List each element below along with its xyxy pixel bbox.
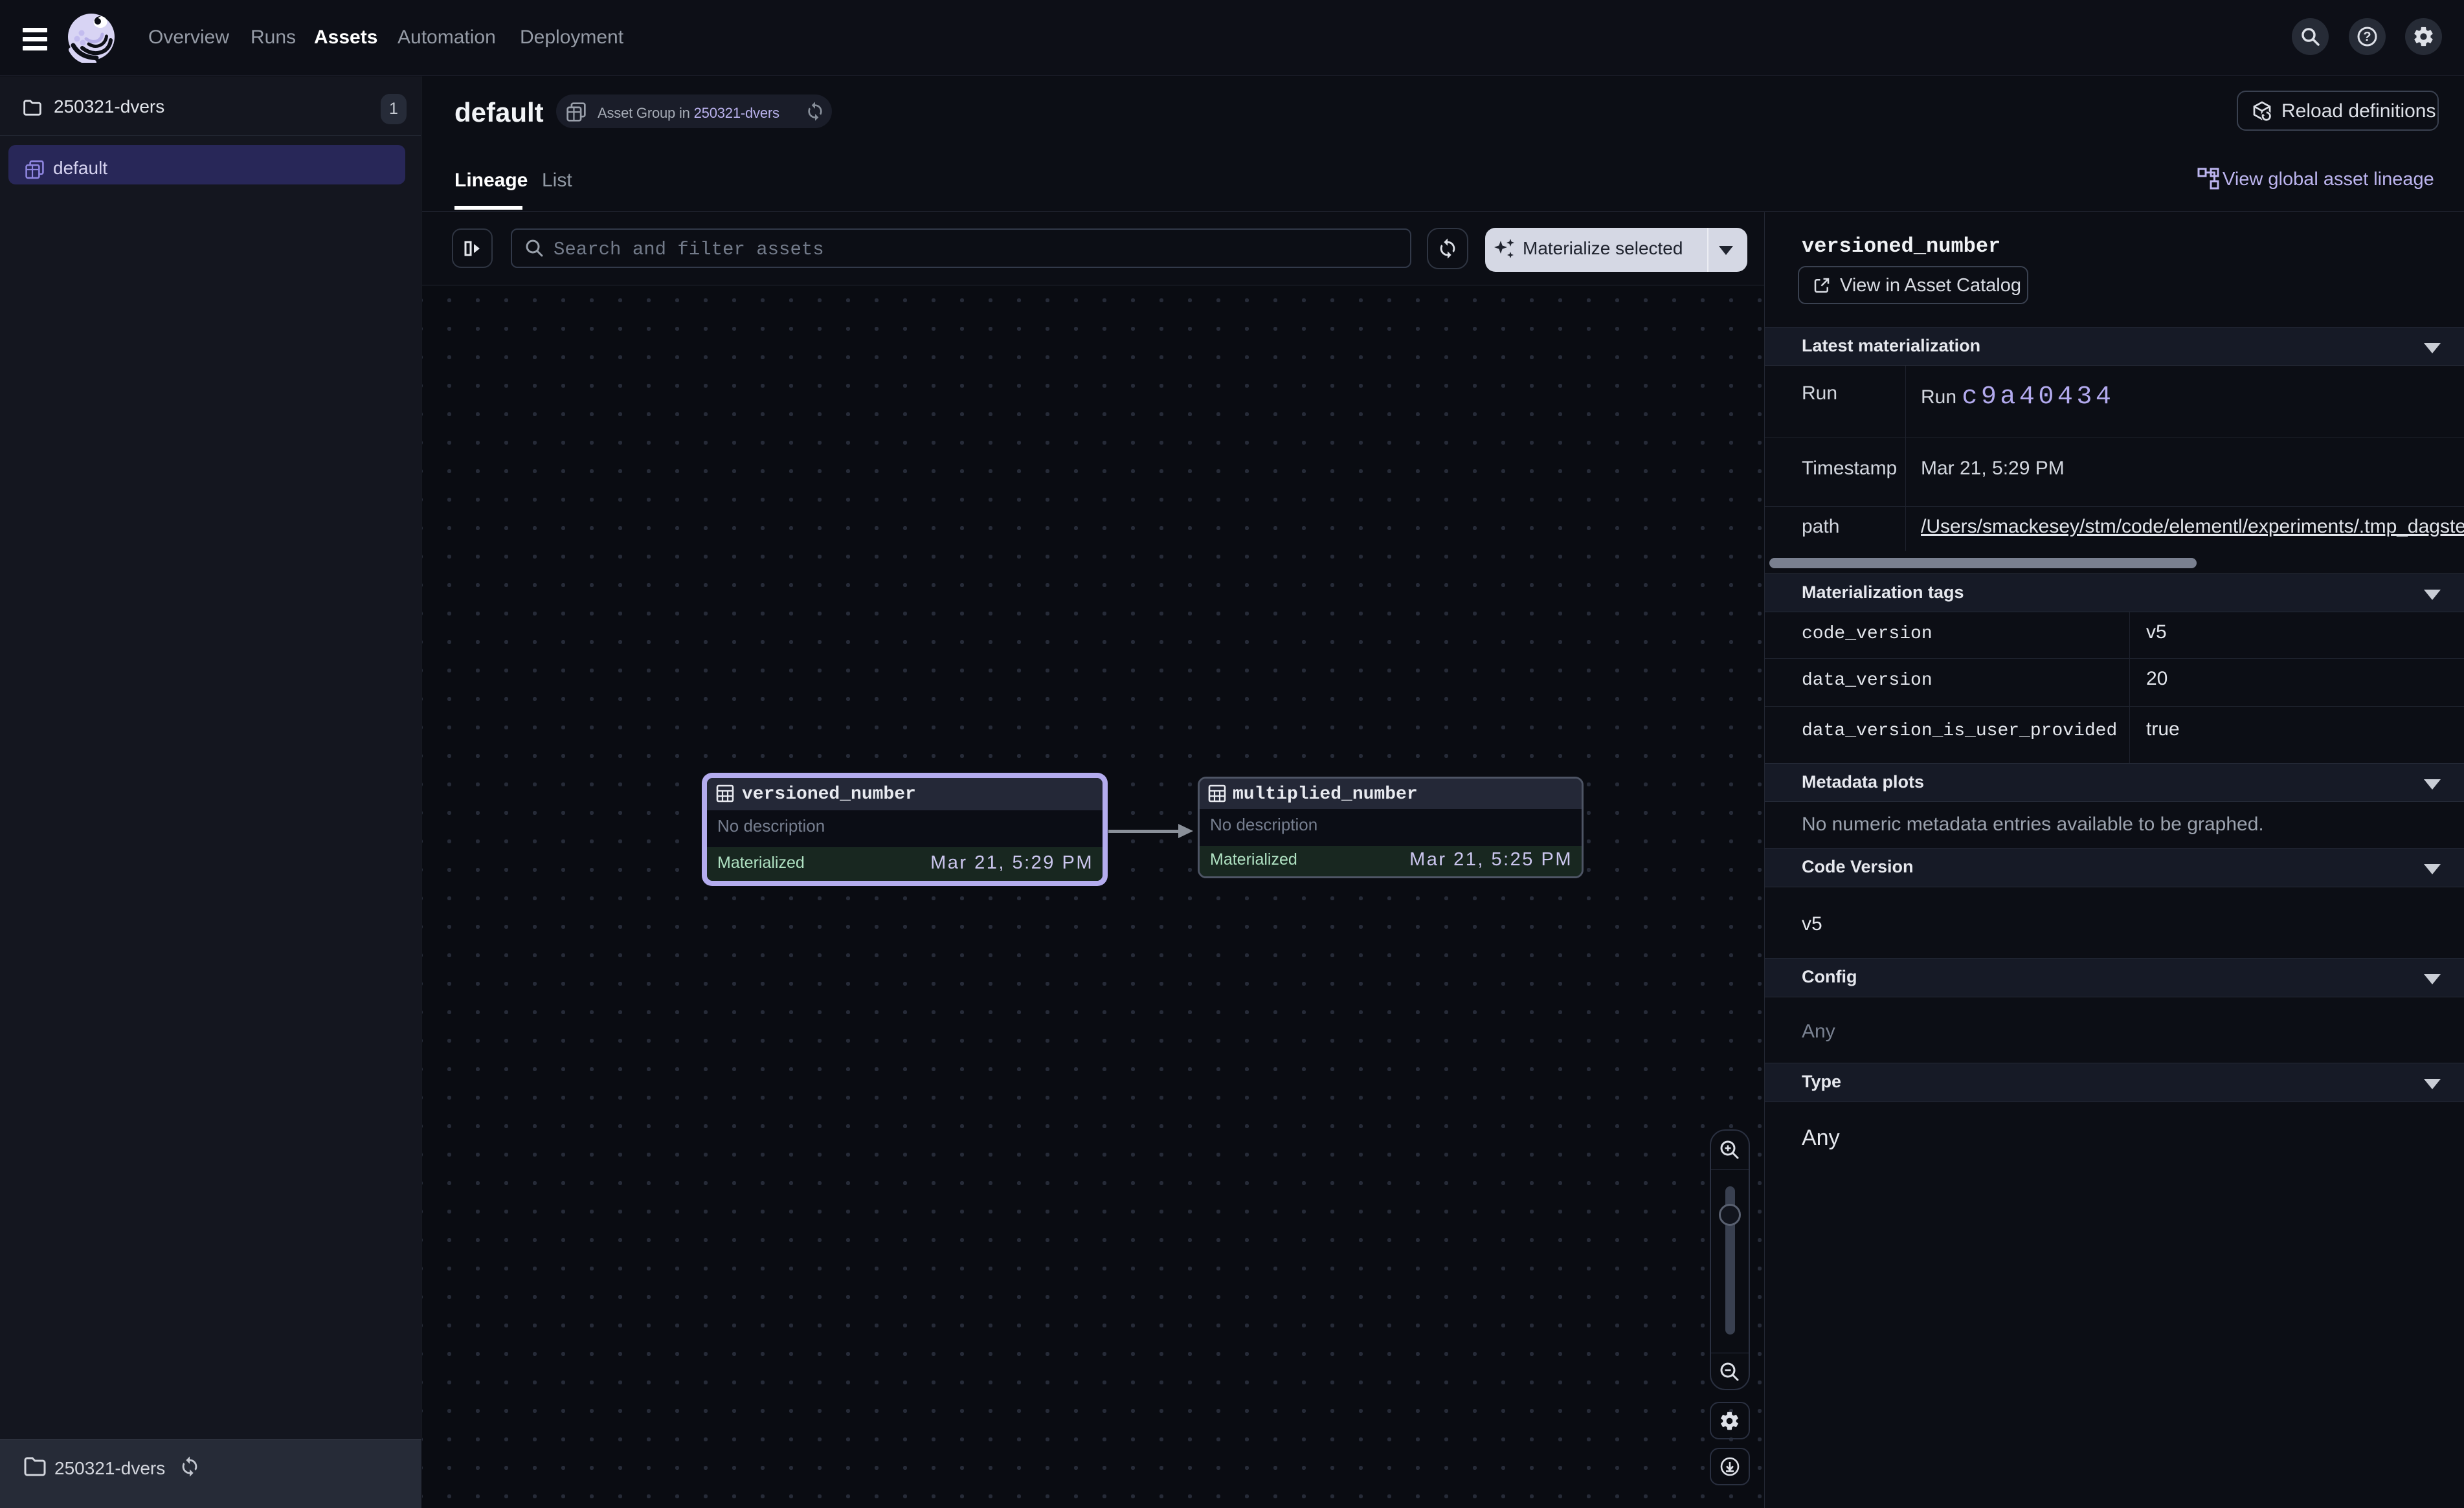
svg-text:?: ? [2363, 30, 2371, 44]
